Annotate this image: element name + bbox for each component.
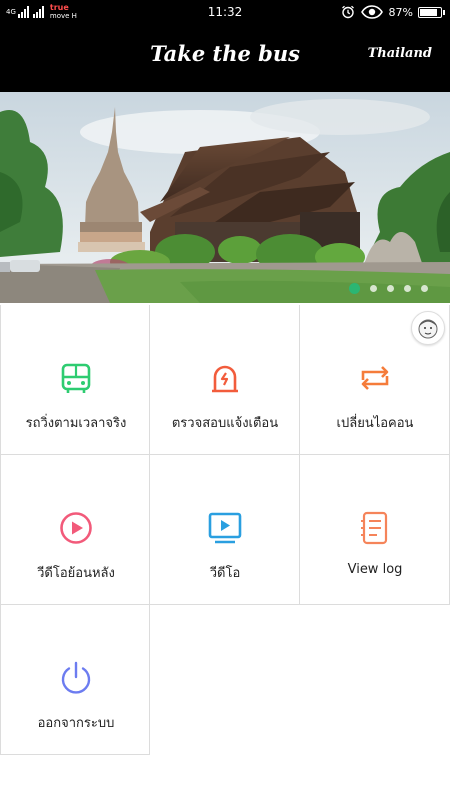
temple-photo [0, 92, 450, 303]
menu-item-label: วีดีโอ [209, 566, 241, 581]
log-icon [357, 510, 393, 546]
cartoon-face-icon [418, 319, 438, 339]
banner-carousel[interactable] [0, 92, 450, 303]
menu-item-label: ตรวจสอบแจ้งเตือน [171, 416, 279, 431]
menu-item-view-log[interactable]: View log [300, 455, 450, 605]
menu-item-playback-video[interactable]: วีดีโอย้อนหลัง [0, 455, 150, 605]
menu-item-label: ออกจากระบบ [37, 716, 115, 731]
eye-icon [360, 5, 383, 19]
floating-assistant-avatar[interactable] [411, 311, 445, 345]
video-screen-icon [207, 510, 243, 546]
status-right: 87% [341, 4, 445, 20]
carousel-dot[interactable] [387, 285, 394, 292]
menu-item-label: เปลี่ยนไอคอน [336, 416, 414, 431]
menu-item-realtime-bus[interactable]: รถวิ่งตามเวลาจริง [0, 305, 150, 455]
status-bar: 4G true move H 11:32 87% [0, 0, 450, 24]
power-icon [58, 660, 94, 696]
switch-icon [357, 360, 393, 396]
app-header: Take the bus Thailand [0, 24, 450, 92]
bus-icon [58, 360, 94, 396]
battery-percent: 87% [388, 5, 413, 19]
carousel-indicator[interactable] [339, 283, 428, 294]
alarm-clock-icon [341, 5, 355, 19]
menu-item-video[interactable]: วีดีโอ [150, 455, 300, 605]
carousel-dot[interactable] [404, 285, 411, 292]
battery-icon [418, 6, 445, 18]
menu-item-label: View log [347, 562, 403, 577]
menu-item-check-alerts[interactable]: ตรวจสอบแจ้งเตือน [150, 305, 300, 455]
carousel-dot[interactable] [349, 283, 360, 294]
menu-item-label: รถวิ่งตามเวลาจริง [25, 416, 127, 431]
battery-fill [420, 8, 437, 16]
alarm-icon [207, 360, 243, 396]
menu-item-logout[interactable]: ออกจากระบบ [0, 605, 150, 755]
country-selector[interactable]: Thailand [368, 46, 432, 61]
menu-item-label: วีดีโอย้อนหลัง [37, 566, 115, 581]
carousel-dot[interactable] [421, 285, 428, 292]
carousel-dot[interactable] [370, 285, 377, 292]
play-circle-icon [58, 510, 94, 546]
